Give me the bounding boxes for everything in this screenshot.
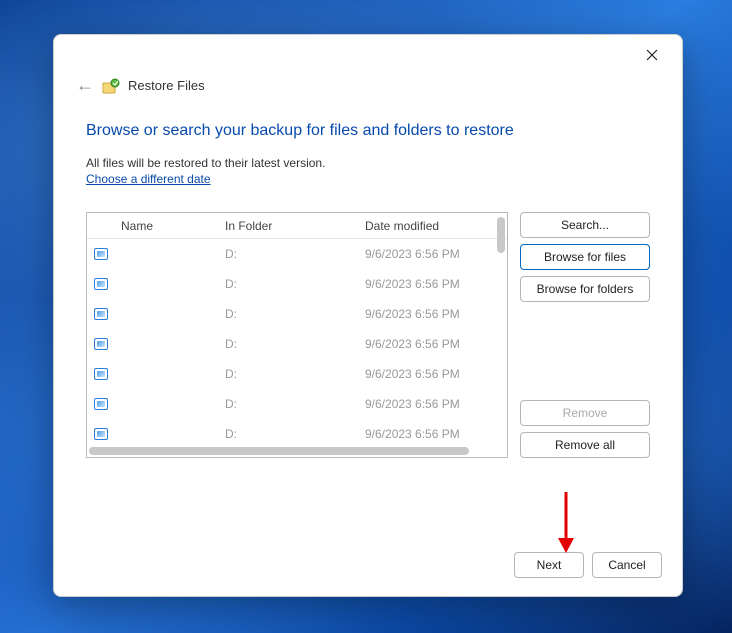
cancel-button[interactable]: Cancel bbox=[592, 552, 662, 578]
restore-files-dialog: ← Restore Files Browse or search your ba… bbox=[53, 34, 683, 597]
file-icon bbox=[94, 308, 108, 320]
file-icon bbox=[94, 278, 108, 290]
next-button[interactable]: Next bbox=[514, 552, 584, 578]
cell-date: 9/6/2023 6:56 PM bbox=[365, 427, 507, 441]
middle-panel: Name In Folder Date modified D: 9/6/2023… bbox=[86, 212, 650, 458]
list-row[interactable]: D: 9/6/2023 6:56 PM bbox=[87, 269, 507, 299]
remove-button[interactable]: Remove bbox=[520, 400, 650, 426]
browse-folders-button[interactable]: Browse for folders bbox=[520, 276, 650, 302]
list-row[interactable]: D: 9/6/2023 6:56 PM bbox=[87, 419, 507, 449]
cell-date: 9/6/2023 6:56 PM bbox=[365, 337, 507, 351]
info-text: All files will be restored to their late… bbox=[86, 156, 650, 170]
gap bbox=[520, 308, 650, 394]
list-row[interactable]: D: 9/6/2023 6:56 PM bbox=[87, 389, 507, 419]
cell-folder: D: bbox=[225, 367, 365, 381]
back-arrow-icon[interactable]: ← bbox=[76, 75, 94, 96]
close-button[interactable] bbox=[634, 41, 670, 69]
file-icon bbox=[94, 338, 108, 350]
cell-folder: D: bbox=[225, 337, 365, 351]
remove-all-button[interactable]: Remove all bbox=[520, 432, 650, 458]
file-icon bbox=[94, 248, 108, 260]
footer: Next Cancel bbox=[54, 552, 682, 596]
cell-date: 9/6/2023 6:56 PM bbox=[365, 277, 507, 291]
content-area: Browse or search your backup for files a… bbox=[54, 104, 682, 552]
horizontal-scrollbar[interactable] bbox=[89, 447, 469, 455]
col-header-name[interactable]: Name bbox=[115, 219, 225, 233]
browse-files-button[interactable]: Browse for files bbox=[520, 244, 650, 270]
file-list[interactable]: Name In Folder Date modified D: 9/6/2023… bbox=[86, 212, 508, 458]
cell-folder: D: bbox=[225, 307, 365, 321]
col-header-folder[interactable]: In Folder bbox=[225, 219, 365, 233]
main-heading: Browse or search your backup for files a… bbox=[86, 122, 650, 140]
restore-icon bbox=[102, 77, 120, 95]
side-button-panel: Search... Browse for files Browse for fo… bbox=[520, 212, 650, 458]
close-icon bbox=[646, 49, 658, 61]
list-row[interactable]: D: 9/6/2023 6:56 PM bbox=[87, 299, 507, 329]
list-header[interactable]: Name In Folder Date modified bbox=[87, 213, 507, 239]
search-button[interactable]: Search... bbox=[520, 212, 650, 238]
cell-date: 9/6/2023 6:56 PM bbox=[365, 367, 507, 381]
cell-date: 9/6/2023 6:56 PM bbox=[365, 247, 507, 261]
file-icon bbox=[94, 428, 108, 440]
cell-folder: D: bbox=[225, 397, 365, 411]
list-row[interactable]: D: 9/6/2023 6:56 PM bbox=[87, 239, 507, 269]
file-icon bbox=[94, 368, 108, 380]
list-row[interactable]: D: 9/6/2023 6:56 PM bbox=[87, 359, 507, 389]
list-row[interactable]: D: 9/6/2023 6:56 PM bbox=[87, 329, 507, 359]
vertical-scrollbar[interactable] bbox=[497, 217, 505, 253]
cell-folder: D: bbox=[225, 277, 365, 291]
titlebar bbox=[54, 35, 682, 75]
header-row: ← Restore Files bbox=[54, 75, 682, 104]
cell-folder: D: bbox=[225, 427, 365, 441]
col-header-date[interactable]: Date modified bbox=[365, 219, 507, 233]
window-title: Restore Files bbox=[128, 78, 205, 93]
file-icon bbox=[94, 398, 108, 410]
cell-folder: D: bbox=[225, 247, 365, 261]
cell-date: 9/6/2023 6:56 PM bbox=[365, 307, 507, 321]
list-body: D: 9/6/2023 6:56 PM D: 9/6/2023 6:56 PM … bbox=[87, 239, 507, 449]
cell-date: 9/6/2023 6:56 PM bbox=[365, 397, 507, 411]
choose-date-link[interactable]: Choose a different date bbox=[86, 172, 650, 186]
